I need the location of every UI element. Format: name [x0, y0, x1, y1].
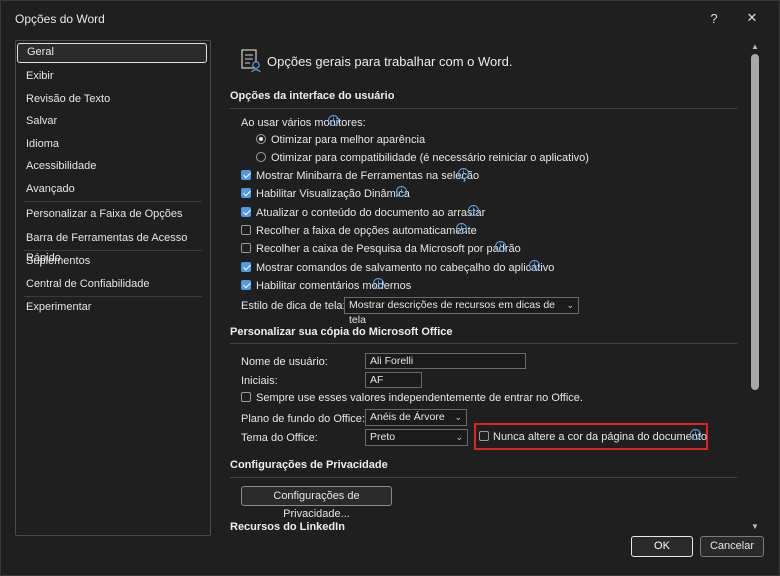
checkbox-modern-comments[interactable] — [241, 280, 251, 290]
username-input[interactable]: Ali Forelli — [365, 353, 526, 369]
section-divider — [230, 343, 737, 344]
initials-input[interactable]: AF — [365, 372, 422, 388]
collapse-ribbon-label: Recolher a faixa de opções automaticamen… — [256, 225, 477, 237]
nav-item-acesso-rapido[interactable]: Barra de Ferramentas de Acesso Rápido — [17, 228, 207, 264]
office-theme-label: Tema do Office: — [241, 432, 318, 444]
office-background-select[interactable]: Anéis de Árvore ⌄ — [365, 409, 467, 426]
options-nav: Geral Exibir Revisão de Texto Salvar Idi… — [15, 40, 211, 536]
nav-item-acessibilidade[interactable]: Acessibilidade — [17, 156, 207, 176]
nav-item-experimentar[interactable]: Experimentar — [17, 297, 207, 317]
always-use-label: Sempre use esses valores independentemen… — [256, 392, 583, 404]
dialog-title: Opções do Word — [15, 12, 105, 26]
general-options-panel: Opções gerais para trabalhar com o Word.… — [218, 40, 748, 534]
info-icon[interactable]: i — [458, 168, 469, 179]
ui-section-title: Opções da interface do usuário — [230, 90, 395, 102]
nav-divider — [24, 201, 202, 202]
general-options-icon — [241, 49, 261, 73]
username-label: Nome de usuário: — [241, 356, 328, 368]
checkbox-never-change-page-color[interactable] — [479, 431, 489, 441]
checkbox-save-commands[interactable] — [241, 262, 251, 272]
office-background-value: Anéis de Árvore — [370, 411, 445, 423]
radio-best-label: Otimizar para melhor aparência — [271, 134, 426, 146]
content-scrollbar[interactable]: ▲ ▼ — [748, 40, 762, 534]
checkbox-collapse-ribbon[interactable] — [241, 225, 251, 235]
nav-item-confiabilidade[interactable]: Central de Confiabilidade — [17, 274, 207, 294]
nav-item-avancado[interactable]: Avançado — [17, 179, 207, 199]
chevron-down-icon: ⌄ — [566, 300, 574, 310]
info-icon[interactable]: i — [495, 241, 506, 252]
nav-item-geral[interactable]: Geral — [17, 43, 207, 63]
collapse-search-label: Recolher a caixa de Pesquisa da Microsof… — [256, 243, 521, 255]
office-theme-value: Preto — [370, 431, 396, 443]
office-background-label: Plano de fundo do Office: — [241, 413, 365, 425]
help-button[interactable]: ? — [697, 5, 731, 31]
nav-item-suplementos[interactable]: Suplementos — [17, 251, 207, 271]
nav-item-idioma[interactable]: Idioma — [17, 134, 207, 154]
title-bar: Opções do Word ? ✕ — [1, 1, 779, 33]
radio-best-appearance[interactable] — [256, 134, 266, 144]
checkbox-live-preview[interactable] — [241, 188, 251, 198]
nav-item-exibir[interactable]: Exibir — [17, 66, 207, 86]
privacy-section-title: Configurações de Privacidade — [230, 459, 388, 471]
info-icon[interactable]: i — [396, 186, 407, 197]
save-commands-label: Mostrar comandos de salvamento no cabeça… — [256, 262, 555, 274]
monitors-label: Ao usar vários monitores: — [241, 117, 366, 129]
info-icon[interactable]: i — [468, 205, 479, 216]
tooltip-style-select[interactable]: Mostrar descrições de recursos em dicas … — [344, 297, 579, 326]
nav-item-salvar[interactable]: Salvar — [17, 111, 207, 131]
checkbox-collapse-search[interactable] — [241, 243, 251, 253]
info-icon[interactable]: i — [529, 260, 540, 271]
minibar-label: Mostrar Minibarra de Ferramentas na sele… — [256, 170, 480, 182]
privacy-settings-button[interactable]: Configurações de Privacidade... — [241, 486, 392, 520]
section-divider — [230, 477, 737, 478]
modern-comments-label: Habilitar comentários modernos — [256, 280, 412, 292]
live-preview-label: Habilitar Visualização Dinâmica — [256, 188, 410, 200]
close-button[interactable]: ✕ — [735, 5, 769, 31]
linkedin-section-title: Recursos do LinkedIn — [230, 521, 345, 533]
info-icon[interactable]: i — [328, 115, 339, 126]
info-icon[interactable]: i — [373, 278, 384, 289]
checkbox-update-drag[interactable] — [241, 207, 251, 217]
scroll-down-icon[interactable]: ▼ — [750, 522, 760, 532]
nav-item-faixa-opcoes[interactable]: Personalizar a Faixa de Opções — [17, 204, 207, 224]
initials-label: Iniciais: — [241, 375, 278, 387]
tooltip-style-label: Estilo de dica de tela: — [241, 300, 346, 312]
nav-item-revisao[interactable]: Revisão de Texto — [17, 89, 207, 109]
personalize-section-title: Personalizar sua cópia do Microsoft Offi… — [230, 326, 453, 338]
office-theme-select[interactable]: Preto ⌄ — [365, 429, 468, 446]
scroll-up-icon[interactable]: ▲ — [750, 42, 760, 52]
checkbox-minibar[interactable] — [241, 170, 251, 180]
update-drag-label: Atualizar o conteúdo do documento ao arr… — [256, 207, 486, 219]
info-icon[interactable]: i — [690, 429, 701, 440]
chevron-down-icon: ⌄ — [455, 432, 463, 442]
radio-compatibility[interactable] — [256, 152, 266, 162]
ok-button[interactable]: OK — [631, 536, 693, 557]
radio-compat-label: Otimizar para compatibilidade (é necessá… — [271, 152, 589, 164]
chevron-down-icon: ⌄ — [454, 412, 462, 422]
info-icon[interactable]: i — [456, 223, 467, 234]
checkbox-always-use[interactable] — [241, 392, 251, 402]
never-change-label: Nunca altere a cor da página do document… — [493, 431, 708, 443]
scrollbar-thumb[interactable] — [751, 54, 759, 390]
panel-header: Opções gerais para trabalhar com o Word. — [267, 54, 513, 69]
cancel-button[interactable]: Cancelar — [700, 536, 764, 557]
tooltip-style-value: Mostrar descrições de recursos em dicas … — [349, 299, 555, 326]
section-divider — [230, 108, 737, 109]
